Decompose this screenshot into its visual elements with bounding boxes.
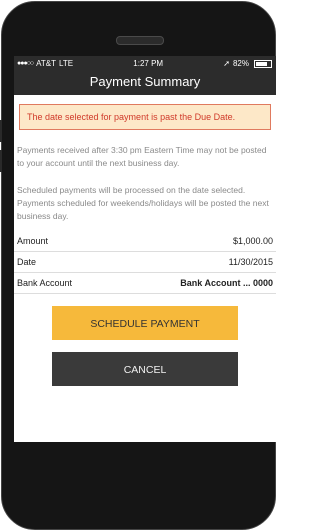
battery-percent: 82% (232, 59, 249, 68)
clock: 1:27 PM (133, 59, 164, 68)
date-label: Date (17, 257, 37, 267)
payment-summary-table: Amount $1,000.00 Date 11/30/2015 Bank Ac… (14, 231, 276, 294)
bank-account-suffix: ... 0000 (242, 278, 273, 288)
phone-frame: ●●●○○ AT&T LTE 1:27 PM ➚ 82% Payment Sum… (0, 0, 277, 531)
network-label: LTE (59, 59, 74, 68)
volume-button (0, 120, 2, 142)
carrier-label: AT&T (36, 59, 56, 68)
schedule-payment-button[interactable]: SCHEDULE PAYMENT (52, 306, 238, 340)
bank-account-value: Bank Account (180, 278, 241, 288)
date-row: Date 11/30/2015 (14, 252, 276, 273)
cancel-button[interactable]: CANCEL (52, 352, 238, 386)
bank-account-row: Bank Account Bank Account ... 0000 (14, 273, 276, 294)
signal-icon: ●●●○○ (17, 60, 34, 67)
amount-row: Amount $1,000.00 (14, 231, 276, 252)
battery-icon (254, 59, 272, 68)
due-date-alert: The date selected for payment is past th… (19, 104, 271, 130)
status-bar: ●●●○○ AT&T LTE 1:27 PM ➚ 82% (14, 56, 276, 71)
speaker-grille-icon (116, 36, 164, 45)
amount-label: Amount (17, 236, 49, 246)
amount-value: $1,000.00 (232, 236, 273, 246)
volume-button (0, 150, 2, 172)
page-title: Payment Summary (14, 71, 276, 95)
posting-notice: Payments received after 3:30 pm Eastern … (17, 145, 267, 168)
bank-account-label: Bank Account (17, 278, 73, 288)
date-value: 11/30/2015 (228, 257, 273, 267)
app-screen: ●●●○○ AT&T LTE 1:27 PM ➚ 82% Payment Sum… (14, 56, 276, 442)
location-arrow-icon: ➚ (223, 59, 230, 68)
scheduling-notice: Scheduled payments will be processed on … (17, 185, 269, 221)
